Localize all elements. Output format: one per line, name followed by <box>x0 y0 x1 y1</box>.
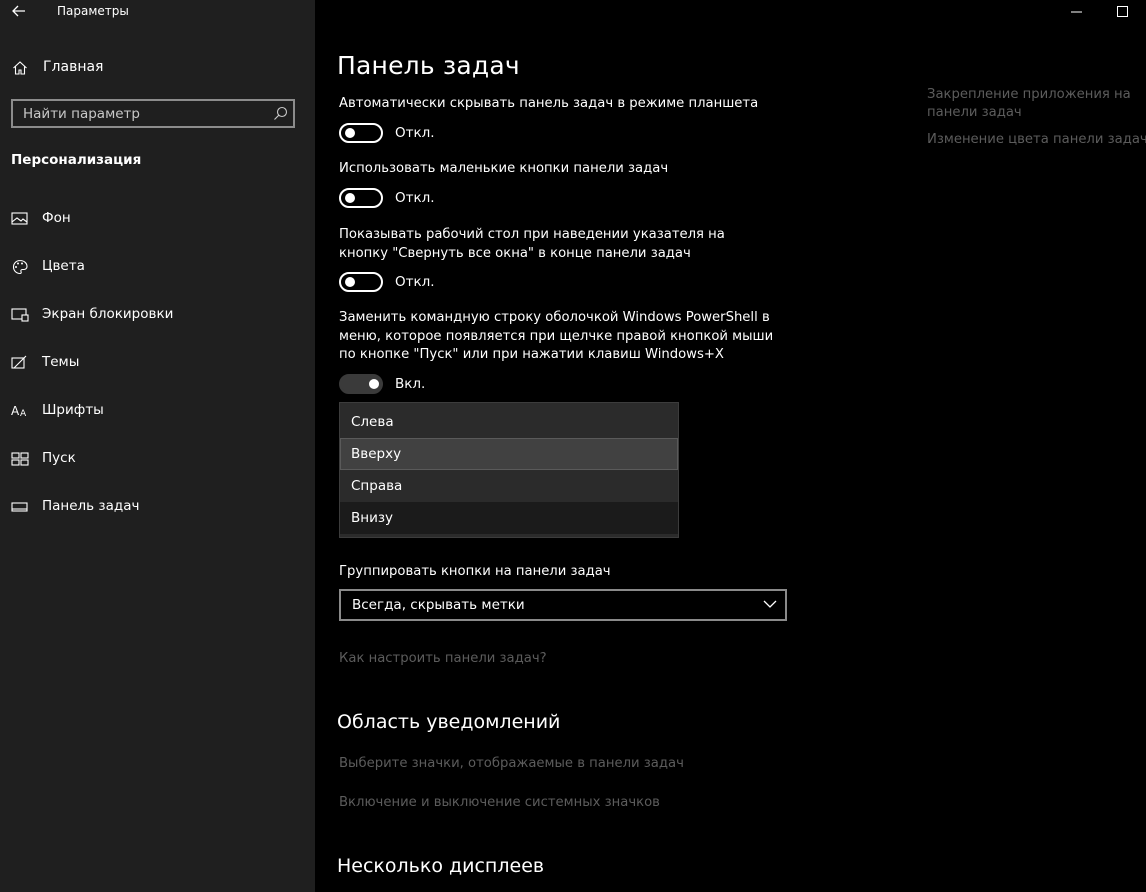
sidebar-item-label: Пуск <box>42 450 76 466</box>
sidebar-item-start[interactable]: Пуск <box>0 439 315 479</box>
sidebar-item-label: Темы <box>42 354 80 370</box>
toggle-state-text: Вкл. <box>395 376 426 392</box>
sidebar-item-fonts[interactable]: AA Шрифты <box>0 391 315 431</box>
sidebar-item-label: Цвета <box>42 258 85 274</box>
taskbar-icon <box>11 499 29 515</box>
search-icon[interactable] <box>273 106 288 125</box>
palette-icon <box>11 259 29 275</box>
maximize-icon[interactable] <box>1115 4 1131 18</box>
search-input[interactable] <box>13 101 273 126</box>
sidebar-item-label: Фон <box>42 210 71 226</box>
notification-area-heading: Область уведомлений <box>337 711 561 733</box>
dropdown-option-label: Внизу <box>351 510 394 526</box>
app-title: Параметры <box>57 4 129 18</box>
toggle-state-text: Откл. <box>395 125 435 141</box>
section-title: Персонализация <box>11 152 142 168</box>
lock-screen-icon <box>11 307 29 323</box>
toggle-knob <box>369 379 379 389</box>
multiple-displays-heading: Несколько дисплеев <box>337 855 545 877</box>
search-box <box>11 99 295 128</box>
themes-icon <box>11 355 29 371</box>
related-link-taskbar-color[interactable]: Изменение цвета панели задач <box>927 131 1146 149</box>
sidebar-item-themes[interactable]: Темы <box>0 343 315 383</box>
dropdown-option-label: Слева <box>351 414 394 430</box>
system-icons-link[interactable]: Включение и выключение системных значков <box>339 795 660 810</box>
picture-icon <box>11 211 29 227</box>
dropdown-option-bottom[interactable]: Внизу <box>340 502 678 534</box>
group-buttons-label: Группировать кнопки на панели задач <box>339 564 611 579</box>
option-label-small-buttons: Использовать маленькие кнопки панели зад… <box>339 161 669 176</box>
option-label-powershell: Заменить командную строку оболочкой Wind… <box>339 310 774 362</box>
autohide-tablet-toggle[interactable] <box>339 123 383 143</box>
toggle-knob <box>345 193 355 203</box>
dropdown-option-label: Вверху <box>351 446 402 462</box>
option-label-peek-desktop: Показывать рабочий стол при наведении ук… <box>339 227 725 261</box>
toggle-state-text: Откл. <box>395 274 435 290</box>
sidebar: Параметры Главная Персонализация Фон Цве… <box>0 0 315 892</box>
sidebar-item-taskbar[interactable]: Панель задач <box>0 487 315 527</box>
sidebar-item-colors[interactable]: Цвета <box>0 247 315 287</box>
fonts-icon: AA <box>11 403 29 419</box>
option-label-autohide-tablet: Автоматически скрывать панель задач в ре… <box>339 96 759 111</box>
sidebar-item-label: Экран блокировки <box>42 306 174 322</box>
chevron-down-icon <box>763 600 777 608</box>
back-arrow-icon[interactable] <box>10 2 28 20</box>
dropdown-option-left[interactable]: Слева <box>340 406 678 438</box>
svg-text:A: A <box>11 404 20 418</box>
dropdown-option-top[interactable]: Вверху <box>340 438 678 470</box>
small-buttons-toggle[interactable] <box>339 188 383 208</box>
main-content: Панель задач Автоматически скрывать пане… <box>315 0 1146 892</box>
combobox-value: Всегда, скрывать метки <box>352 597 525 613</box>
sidebar-item-background[interactable]: Фон <box>0 199 315 239</box>
toggle-knob <box>345 277 355 287</box>
toggle-knob <box>345 128 355 138</box>
minimize-icon[interactable] <box>1069 4 1085 18</box>
sidebar-item-lock-screen[interactable]: Экран блокировки <box>0 295 315 335</box>
start-icon <box>11 451 29 467</box>
home-icon <box>12 60 28 80</box>
toggle-state-text: Откл. <box>395 190 435 206</box>
dropdown-option-right[interactable]: Справа <box>340 470 678 502</box>
sidebar-item-label: Главная <box>43 59 104 75</box>
svg-text:A: A <box>20 409 27 419</box>
select-icons-link[interactable]: Выберите значки, отображаемые в панели з… <box>339 756 684 771</box>
sidebar-item-label: Шрифты <box>42 402 104 418</box>
group-buttons-combobox[interactable]: Всегда, скрывать метки <box>339 589 787 621</box>
taskbar-position-dropdown: Слева Вверху Справа Внизу <box>339 402 679 538</box>
page-title: Панель задач <box>337 51 520 80</box>
how-to-customize-link[interactable]: Как настроить панели задач? <box>339 651 547 666</box>
sidebar-item-home[interactable]: Главная <box>10 56 305 80</box>
peek-desktop-toggle[interactable] <box>339 272 383 292</box>
sidebar-item-label: Панель задач <box>42 498 140 514</box>
related-link-pin-app[interactable]: Закрепление приложения на панели задач <box>927 86 1146 122</box>
powershell-toggle[interactable] <box>339 374 383 394</box>
dropdown-option-label: Справа <box>351 478 403 494</box>
related-links: Закрепление приложения на панели задач И… <box>927 86 1146 158</box>
